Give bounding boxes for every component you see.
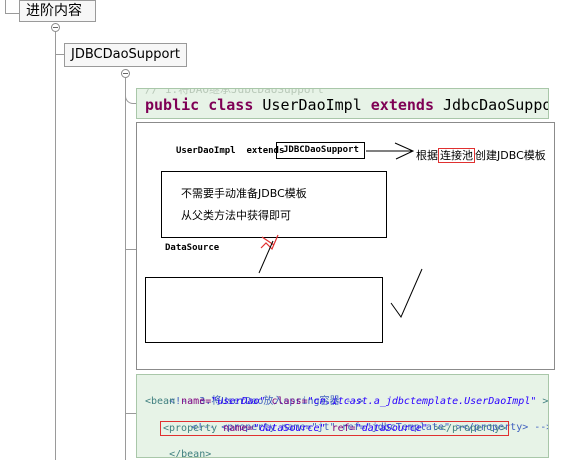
- arrow-up-to-box: [258, 240, 274, 274]
- collapse-toggle-icon[interactable]: [121, 69, 130, 78]
- diagram-annotations: [258, 142, 423, 319]
- xml-property-line: <property name="dataSource" ref="dataSou…: [160, 421, 510, 436]
- bean-attr-name: name=: [181, 396, 212, 407]
- property-name-value: "dataSource": [253, 423, 326, 434]
- tree-root-connector-h: [5, 13, 19, 14]
- java-code-block: // 1.将DAO继承JdbcDaoSupport public class U…: [136, 88, 549, 119]
- bean-attr-class: class=: [271, 396, 308, 407]
- arrow-to-note: [366, 142, 415, 160]
- tree-branch-line: [55, 32, 56, 460]
- tree-node-jdbcdaosupport-label: JDBCDaoSupport: [71, 47, 180, 62]
- xml-code-block: <!-- 3.将UserDao放入spring容器 --> <bean name…: [136, 374, 549, 458]
- property-close-tag: ></property>: [433, 423, 507, 434]
- property-open-tag: <property: [163, 423, 218, 434]
- property-ref-value: "dataSource": [355, 423, 428, 434]
- bean-open-tag: <bean: [145, 396, 176, 407]
- tree-node-root[interactable]: 进阶内容: [19, 0, 96, 22]
- property-attr-name: name=: [223, 423, 254, 434]
- collapse-toggle-icon[interactable]: [51, 23, 60, 32]
- diagram-panel: UserDaoImpl extends JDBCDaoSupport 根据 连接池…: [136, 122, 555, 370]
- xml-bean-open-line: <bean name="userDao" class="cn.itcast.a_…: [145, 395, 548, 408]
- bean-open-end: >: [542, 396, 549, 407]
- tree-sub-branch-line: [125, 78, 126, 460]
- tree-node-root-label: 进阶内容: [26, 3, 82, 19]
- tree-node-jdbcdaosupport[interactable]: JDBCDaoSupport: [64, 43, 187, 67]
- property-attr-ref: ref=: [331, 423, 356, 434]
- superclass-name: JdbcDaoSupport: [443, 96, 548, 114]
- keyword-extends: extends: [370, 96, 434, 114]
- class-name: UserDaoImpl: [262, 96, 362, 114]
- bean-name-value: "userDao": [211, 396, 266, 407]
- java-class-declaration: public class UserDaoImpl extends JdbcDao…: [145, 96, 548, 114]
- xml-bean-close-line: </bean>: [145, 435, 212, 458]
- keyword-class: class: [208, 96, 254, 114]
- keyword-public: public: [145, 96, 200, 114]
- bean-class-value: "cn.itcast.a_jdbctemplate.UserDaoImpl": [307, 396, 537, 407]
- black-check-mark: [390, 268, 423, 319]
- tree-root-connector: [5, 0, 6, 14]
- bean-close-tag: </bean>: [169, 449, 212, 458]
